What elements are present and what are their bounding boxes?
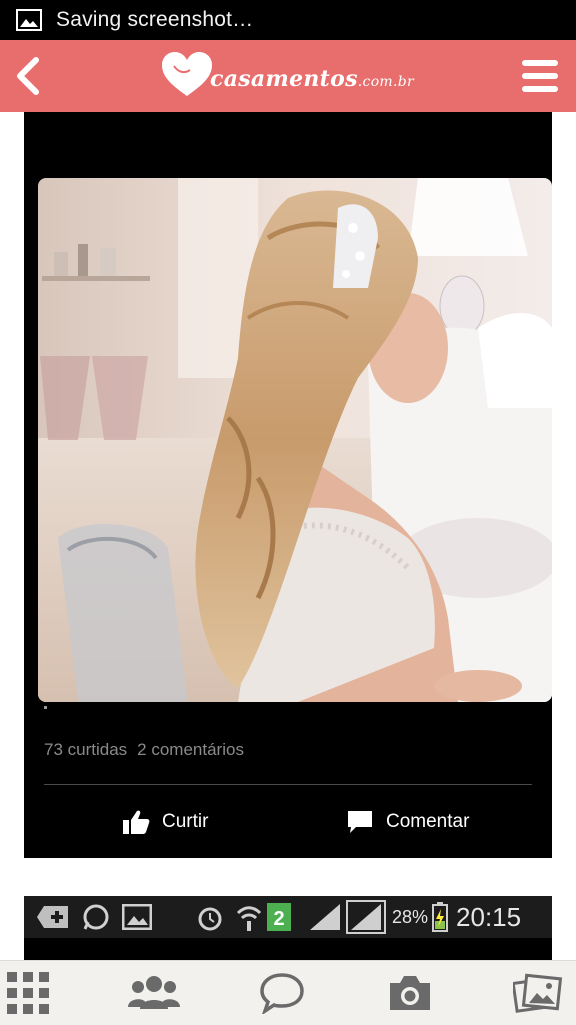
clock: 20:15 bbox=[456, 901, 522, 932]
divider bbox=[44, 784, 532, 785]
thumbs-up-icon bbox=[123, 810, 150, 834]
nav-grid[interactable] bbox=[0, 969, 56, 1017]
nav-photos[interactable] bbox=[510, 969, 566, 1017]
nav-community[interactable] bbox=[126, 969, 182, 1017]
feed[interactable]: 73 curtidas 2 comentários Curtir Comentar bbox=[0, 112, 576, 960]
photo-caption-marker bbox=[44, 706, 47, 709]
speech-bubble-icon bbox=[348, 811, 372, 833]
signal-icon bbox=[308, 902, 342, 932]
image-icon bbox=[16, 9, 42, 31]
grid-icon bbox=[7, 972, 49, 1014]
post-card: 73 curtidas 2 comentários Curtir Comentar bbox=[24, 112, 552, 858]
svg-text:2: 2 bbox=[273, 908, 284, 930]
nav-chat[interactable] bbox=[254, 969, 310, 1017]
signal-icon bbox=[346, 900, 386, 934]
battery-percent: 28% bbox=[392, 906, 429, 927]
comments-count[interactable]: 2 comentários bbox=[137, 740, 244, 759]
bottom-navigation bbox=[0, 960, 576, 1025]
battery-icon bbox=[432, 902, 449, 932]
heart-logo-icon bbox=[162, 52, 212, 96]
hamburger-menu-icon[interactable] bbox=[518, 54, 562, 98]
casamentos-logo[interactable]: casamentos.com.br bbox=[160, 44, 422, 108]
status-bar: Saving screenshot… bbox=[0, 0, 576, 40]
image-icon bbox=[122, 904, 152, 930]
like-label: Curtir bbox=[162, 811, 209, 832]
camera-icon bbox=[390, 976, 430, 1010]
alarm-icon bbox=[196, 903, 224, 931]
comment-label: Comentar bbox=[386, 811, 470, 832]
post-stats[interactable]: 73 curtidas 2 comentários bbox=[44, 740, 244, 760]
next-post-card[interactable]: 2 28% 20:15 bbox=[24, 896, 552, 960]
comment-button[interactable]: Comentar bbox=[346, 804, 469, 840]
like-button[interactable]: Curtir bbox=[122, 804, 208, 840]
whatsapp-icon bbox=[82, 903, 110, 931]
likes-count[interactable]: 73 curtidas bbox=[44, 740, 127, 759]
add-icon bbox=[36, 904, 70, 930]
wifi-icon bbox=[236, 903, 262, 931]
nav-camera[interactable] bbox=[382, 969, 438, 1017]
sim-badge: 2 bbox=[266, 902, 292, 932]
chat-bubble-icon bbox=[260, 973, 304, 1014]
next-post-image: 2 28% 20:15 bbox=[24, 896, 552, 938]
notification-text: Saving screenshot… bbox=[56, 8, 254, 31]
community-icon bbox=[128, 976, 180, 1009]
app-header: casamentos.com.br bbox=[0, 40, 576, 112]
photos-icon bbox=[513, 973, 563, 1013]
logo-text: casamentos.com.br bbox=[210, 66, 414, 92]
post-photo[interactable] bbox=[38, 178, 552, 702]
back-button[interactable] bbox=[8, 52, 52, 100]
